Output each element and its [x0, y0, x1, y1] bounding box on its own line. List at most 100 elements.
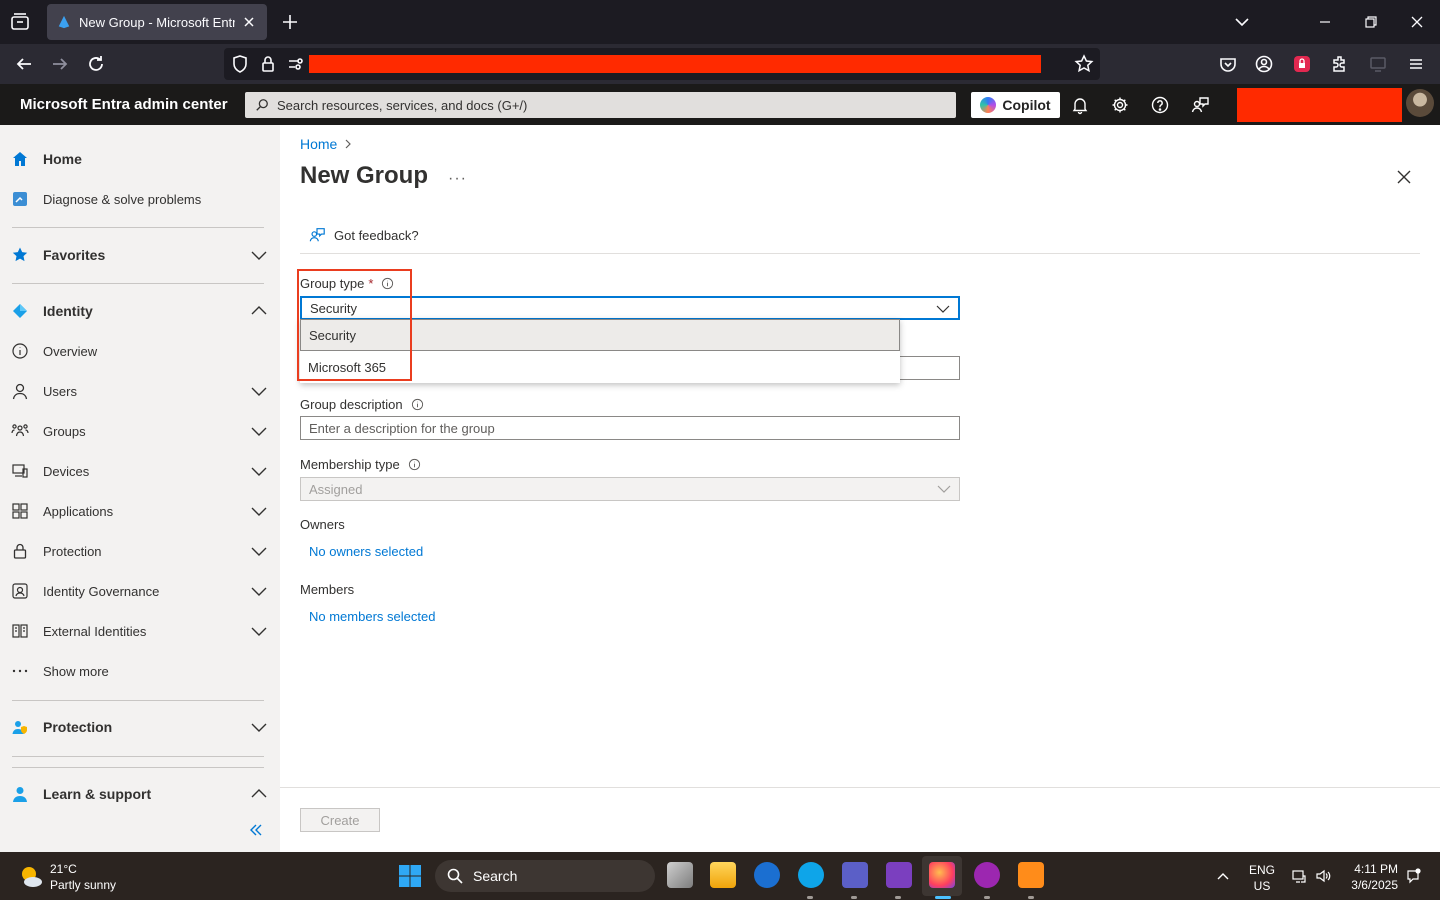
- sidebar-item-protection[interactable]: Protection: [0, 531, 280, 571]
- sidebar-item-learn-support[interactable]: Learn & support: [0, 774, 280, 814]
- sidebar-item-show-more[interactable]: Show more: [0, 651, 280, 691]
- private-browser-icon[interactable]: [974, 862, 1000, 888]
- notification-center-icon[interactable]: [1405, 868, 1421, 884]
- home-icon: [13, 152, 27, 166]
- new-tab-icon[interactable]: [280, 12, 300, 32]
- browser-tab-active[interactable]: New Group - Microsoft Entra admin center: [47, 4, 267, 40]
- shield-icon[interactable]: [230, 54, 250, 74]
- minimize-icon[interactable]: [1315, 12, 1335, 32]
- sidebar-item-identity[interactable]: Identity: [0, 291, 280, 331]
- breadcrumb-home-link[interactable]: Home: [300, 136, 337, 152]
- page-title: New Group: [300, 162, 429, 189]
- chevron-up-icon[interactable]: [250, 785, 268, 803]
- copilot-button[interactable]: Copilot: [971, 92, 1060, 118]
- tab-list-icon[interactable]: [8, 10, 32, 34]
- volume-icon[interactable]: [1315, 868, 1331, 884]
- sidebar-item-users[interactable]: Users: [0, 371, 280, 411]
- chevron-down-icon[interactable]: [250, 422, 268, 440]
- tray-overflow-chevron-icon[interactable]: [1215, 868, 1231, 884]
- account-icon[interactable]: [1254, 54, 1274, 74]
- url-bar[interactable]: [224, 48, 1100, 80]
- group-type-option-microsoft-365[interactable]: Microsoft 365: [300, 351, 900, 383]
- devices-icon: [12, 464, 28, 478]
- close-window-icon[interactable]: [1407, 12, 1427, 32]
- permissions-icon[interactable]: [286, 54, 306, 74]
- skype-icon[interactable]: [798, 862, 824, 888]
- restore-icon[interactable]: [1361, 12, 1381, 32]
- feedback-icon[interactable]: [1190, 95, 1210, 115]
- sidebar-item-protection-section[interactable]: Protection: [0, 707, 280, 747]
- group-type-option-security[interactable]: Security: [300, 319, 900, 351]
- chevron-down-icon[interactable]: [250, 542, 268, 560]
- task-view-icon[interactable]: [667, 862, 693, 888]
- bookmark-star-icon[interactable]: [1074, 54, 1094, 74]
- back-icon[interactable]: [14, 54, 34, 74]
- sidebar-item-label: Show more: [43, 663, 109, 679]
- help-icon[interactable]: [1150, 95, 1170, 115]
- sidebar-item-external-identities[interactable]: External Identities: [0, 611, 280, 651]
- sidebar-item-groups[interactable]: Groups: [0, 411, 280, 451]
- more-actions-icon[interactable]: ···: [448, 170, 467, 188]
- pocket-icon[interactable]: [1218, 54, 1238, 74]
- chevron-down-icon[interactable]: [250, 462, 268, 480]
- teams-icon[interactable]: [842, 862, 868, 888]
- group-type-value: Security: [310, 300, 357, 316]
- chevron-down-icon[interactable]: [250, 246, 268, 264]
- chevron-down-icon[interactable]: [250, 582, 268, 600]
- menu-hamburger-icon[interactable]: [1406, 54, 1426, 74]
- footer-divider: [280, 787, 1440, 788]
- extension-lock-icon[interactable]: [1292, 54, 1312, 74]
- info-icon[interactable]: [411, 398, 424, 411]
- network-icon[interactable]: [1291, 868, 1307, 884]
- file-explorer-icon[interactable]: [710, 862, 736, 888]
- firefox-icon[interactable]: [929, 862, 955, 888]
- settings-gear-icon[interactable]: [1110, 95, 1130, 115]
- sidebar-item-devices[interactable]: Devices: [0, 451, 280, 491]
- group-type-select[interactable]: Security: [300, 296, 960, 320]
- weather-desc: Partly sunny: [50, 878, 117, 892]
- extensions-icon[interactable]: [1330, 54, 1350, 74]
- close-tab-icon[interactable]: [241, 14, 257, 30]
- media-app-icon[interactable]: [1018, 862, 1044, 888]
- sidebar-item-diagnose[interactable]: Diagnose & solve problems: [0, 179, 280, 219]
- input-language[interactable]: ENG US: [1248, 862, 1276, 894]
- notifications-bell-icon[interactable]: [1070, 95, 1090, 115]
- taskbar-search[interactable]: Search: [435, 860, 655, 892]
- weather-widget[interactable]: 21°C Partly sunny: [18, 861, 116, 893]
- lock-icon[interactable]: [258, 54, 278, 74]
- sidebar-item-overview[interactable]: Overview: [0, 331, 280, 371]
- group-type-dropdown-list: Security Microsoft 365: [300, 319, 900, 383]
- visual-studio-icon[interactable]: [886, 862, 912, 888]
- collapse-sidebar-icon[interactable]: [248, 822, 264, 838]
- sidebar-item-label: Overview: [43, 343, 98, 359]
- got-feedback-button[interactable]: Got feedback?: [308, 226, 419, 244]
- no-owners-selected-link[interactable]: No owners selected: [309, 544, 423, 559]
- forward-icon[interactable]: [50, 54, 70, 74]
- redacted-account[interactable]: [1237, 88, 1402, 122]
- chevron-down-icon[interactable]: [250, 718, 268, 736]
- group-description-input[interactable]: Enter a description for the group: [300, 416, 960, 440]
- no-members-selected-link[interactable]: No members selected: [309, 609, 435, 624]
- sidebar-item-home[interactable]: Home: [0, 139, 280, 179]
- sidebar-item-favorites[interactable]: Favorites: [0, 235, 280, 275]
- portal-title[interactable]: Microsoft Entra admin center: [20, 96, 228, 113]
- reload-icon[interactable]: [86, 54, 106, 74]
- create-button[interactable]: Create: [300, 808, 380, 832]
- info-icon[interactable]: [408, 458, 421, 471]
- avatar[interactable]: [1406, 89, 1434, 117]
- screen-icon[interactable]: [1368, 54, 1388, 74]
- list-all-tabs-icon[interactable]: [1232, 12, 1252, 32]
- chevron-down-icon[interactable]: [250, 622, 268, 640]
- chevron-down-icon[interactable]: [250, 502, 268, 520]
- system-clock[interactable]: 4:11 PM 3/6/2025: [1344, 861, 1398, 893]
- sidebar-item-identity-governance[interactable]: Identity Governance: [0, 571, 280, 611]
- global-search-input[interactable]: Search resources, services, and docs (G+…: [245, 92, 956, 118]
- chevron-down-icon: [936, 305, 950, 313]
- info-icon[interactable]: [381, 277, 394, 290]
- sidebar-item-applications[interactable]: Applications: [0, 491, 280, 531]
- network-app-icon[interactable]: [754, 862, 780, 888]
- chevron-up-icon[interactable]: [250, 302, 268, 320]
- close-icon[interactable]: [1394, 167, 1414, 187]
- windows-start-icon[interactable]: [398, 864, 422, 888]
- chevron-down-icon[interactable]: [250, 382, 268, 400]
